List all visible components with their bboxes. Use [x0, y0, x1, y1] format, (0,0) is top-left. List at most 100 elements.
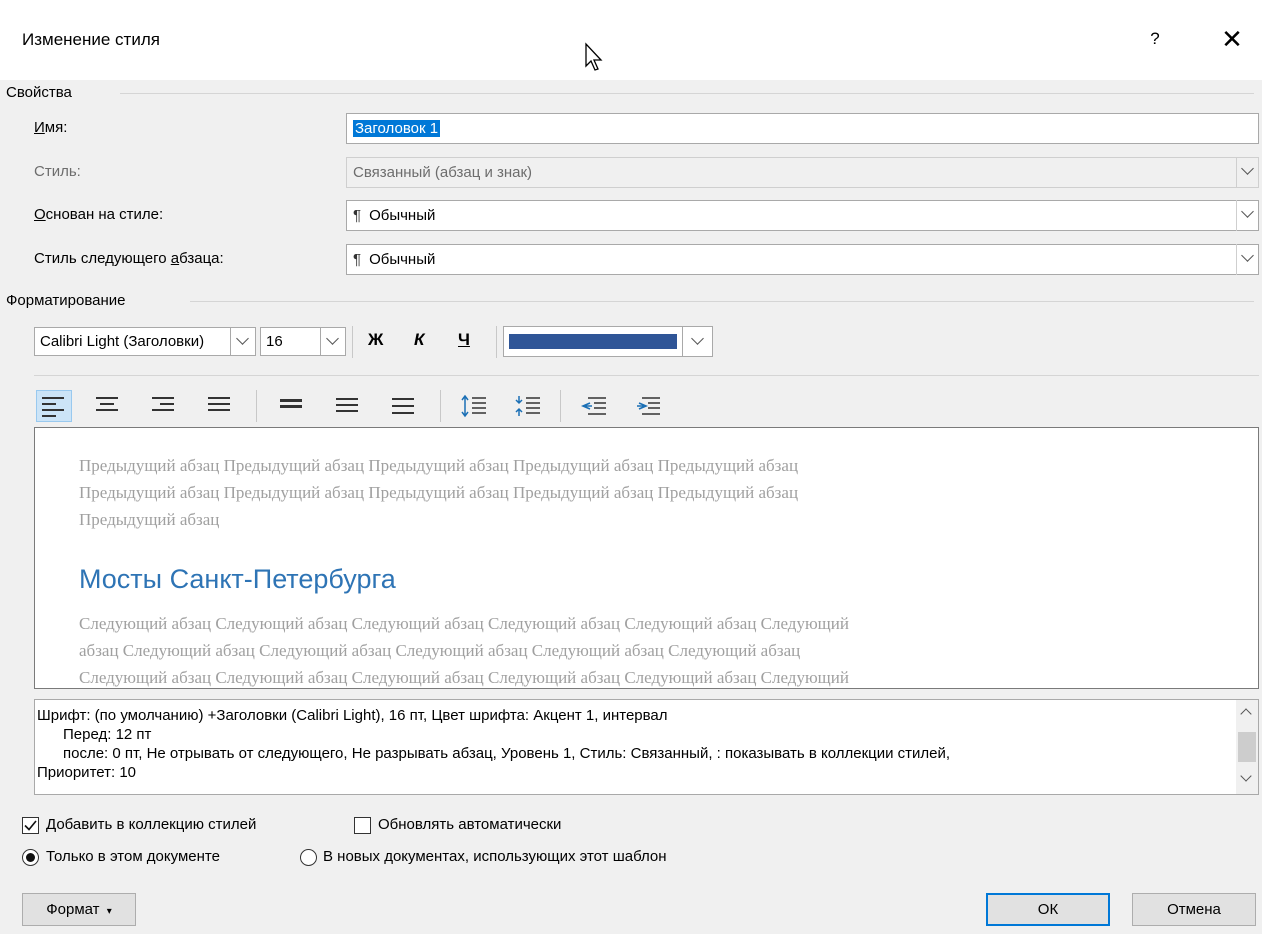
title-bar	[0, 0, 1262, 80]
name-value: Заголовок 1	[353, 120, 441, 137]
decrease-indent-icon[interactable]	[580, 394, 608, 420]
single-spacing-icon	[280, 399, 304, 419]
based-on-label: Основан на стиле:	[34, 206, 164, 223]
next-style-value: Обычный	[369, 251, 436, 268]
one-half-spacing-icon	[336, 398, 360, 418]
new-documents-label[interactable]: В новых документах, использующих этот ша…	[323, 848, 667, 865]
style-type-label: Стиль:	[34, 163, 81, 180]
name-label-rest: мя:	[44, 119, 68, 136]
scroll-up-icon[interactable]	[1240, 708, 1252, 720]
chevron-down-icon	[1241, 205, 1254, 218]
description-scrollbar[interactable]	[1236, 700, 1258, 794]
cancel-button[interactable]: Отмена	[1132, 893, 1256, 926]
description-line: Приоритет: 10	[37, 764, 137, 781]
scroll-thumb[interactable]	[1238, 732, 1256, 762]
font-color-swatch	[509, 334, 677, 349]
style-preview: Предыдущий абзац Предыдущий абзац Предыд…	[34, 427, 1259, 689]
close-button[interactable]: ✕	[1215, 22, 1249, 56]
ok-button[interactable]: ОК	[986, 893, 1110, 926]
auto-update-checkbox[interactable]	[354, 817, 371, 834]
format-button[interactable]: Формат ▾	[22, 893, 136, 926]
justify-icon	[208, 396, 232, 416]
help-button[interactable]: ?	[1140, 24, 1170, 54]
chevron-down-icon	[236, 332, 249, 345]
based-on-dropdown-button[interactable]	[1236, 200, 1258, 231]
style-type-dropdown-button	[1236, 157, 1258, 188]
decrease-paragraph-spacing-icon[interactable]	[514, 394, 542, 420]
toolbar-separator	[496, 326, 497, 358]
chevron-down-icon	[691, 332, 704, 345]
mouse-cursor-icon	[585, 42, 603, 71]
description-line: Перед: 12 пт	[63, 726, 152, 743]
double-spacing-button[interactable]	[386, 390, 422, 422]
font-color-picker[interactable]	[503, 326, 713, 357]
font-color-dropdown-button[interactable]	[682, 327, 712, 356]
increase-indent-icon[interactable]	[634, 394, 662, 420]
properties-divider	[120, 93, 1254, 94]
toolbar-separator	[256, 390, 257, 422]
properties-section-title: Свойства	[6, 84, 72, 101]
bold-button[interactable]: Ж	[368, 330, 383, 350]
previous-paragraph-line: Предыдущий абзац Предыдущий абзац Предыд…	[79, 456, 799, 475]
name-label: Имя:	[34, 119, 68, 136]
paragraph-style-icon: ¶	[353, 251, 362, 268]
paragraph-style-icon: ¶	[353, 207, 362, 224]
font-size-dropdown-button[interactable]	[320, 328, 345, 355]
name-input[interactable]: Заголовок 1	[346, 113, 1259, 144]
font-size-value: 16	[266, 333, 283, 350]
checkmark-icon	[24, 820, 37, 831]
underline-button[interactable]: Ч	[458, 330, 470, 350]
italic-button[interactable]: К	[414, 330, 424, 350]
based-on-select[interactable]: ¶ Обычный	[346, 200, 1259, 231]
chevron-down-icon	[1241, 162, 1254, 175]
align-left-icon	[42, 396, 66, 417]
format-button-label: Формат	[46, 901, 100, 918]
description-line: Шрифт: (по умолчанию) +Заголовки (Calibr…	[37, 707, 668, 724]
next-paragraph-line: Следующий абзац Следующий абзац Следующи…	[79, 614, 849, 633]
radio-selected-dot	[26, 853, 35, 862]
dropdown-triangle-icon: ▾	[106, 906, 112, 917]
one-half-spacing-button[interactable]	[330, 390, 366, 422]
increase-paragraph-spacing-icon[interactable]	[460, 394, 488, 420]
font-name-value: Calibri Light (Заголовки)	[40, 333, 205, 350]
new-documents-radio[interactable]	[300, 849, 317, 866]
add-to-gallery-checkbox[interactable]	[22, 817, 39, 834]
formatting-section-title: Форматирование	[6, 292, 126, 309]
dialog-title: Изменение стиля	[22, 30, 160, 49]
single-spacing-button[interactable]	[274, 390, 310, 422]
align-right-button[interactable]	[146, 390, 182, 422]
align-left-button[interactable]	[36, 390, 72, 422]
next-style-select[interactable]: ¶ Обычный	[346, 244, 1259, 275]
next-style-dropdown-button[interactable]	[1236, 244, 1258, 275]
preview-heading: Мосты Санкт-Петербурга	[79, 564, 396, 594]
font-name-combo[interactable]: Calibri Light (Заголовки)	[34, 327, 256, 356]
only-this-document-radio[interactable]	[22, 849, 39, 866]
formatting-divider	[190, 301, 1254, 302]
align-center-button[interactable]	[90, 390, 126, 422]
chevron-down-icon	[1241, 249, 1254, 262]
toolbar-separator	[560, 390, 561, 422]
justify-button[interactable]	[202, 390, 238, 422]
style-type-value: Связанный (абзац и знак)	[353, 164, 533, 181]
auto-update-label[interactable]: Обновлять автоматически	[378, 816, 561, 833]
align-right-icon	[152, 396, 176, 416]
style-description: Шрифт: (по умолчанию) +Заголовки (Calibr…	[34, 699, 1259, 795]
previous-paragraph-line: Предыдущий абзац Предыдущий абзац Предыд…	[79, 483, 799, 502]
description-line: после: 0 пт, Не отрывать от следующего, …	[63, 745, 951, 762]
previous-paragraph-line: Предыдущий абзац	[79, 510, 220, 529]
double-spacing-icon	[392, 396, 416, 416]
only-this-document-label[interactable]: Только в этом документе	[46, 848, 220, 865]
toolbar-divider	[34, 375, 1259, 376]
next-style-label: Стиль следующего абзаца:	[34, 250, 224, 267]
align-center-icon	[96, 396, 120, 416]
scroll-down-icon[interactable]	[1240, 770, 1252, 782]
font-name-dropdown-button[interactable]	[230, 328, 255, 355]
toolbar-separator	[440, 390, 441, 422]
chevron-down-icon	[326, 332, 339, 345]
next-paragraph-line: абзац Следующий абзац Следующий абзац Сл…	[79, 641, 801, 660]
based-on-value: Обычный	[369, 207, 436, 224]
add-to-gallery-label[interactable]: Добавить в коллекцию стилей	[46, 816, 256, 833]
toolbar-separator	[352, 326, 353, 358]
style-type-select: Связанный (абзац и знак)	[346, 157, 1259, 188]
next-paragraph-line: Следующий абзац Следующий абзац Следующи…	[79, 668, 849, 687]
